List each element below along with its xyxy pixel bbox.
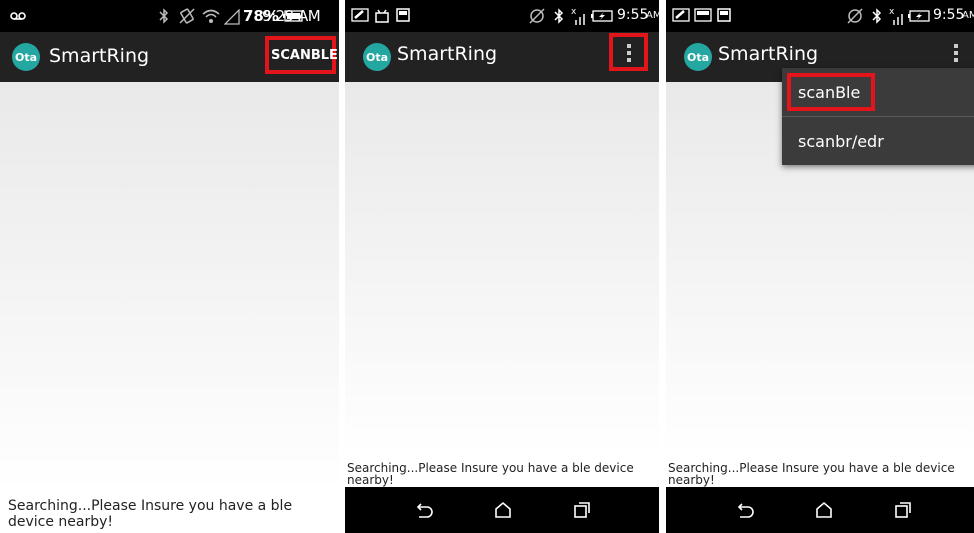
status-bar: x 9:55 AM bbox=[345, 0, 659, 32]
recent-apps-icon[interactable] bbox=[571, 499, 593, 521]
screen-1: 78% 9:29 AM 9:29 AM Ota SmartRing SCANBL… bbox=[0, 0, 339, 533]
app-logo: Ota bbox=[12, 43, 40, 71]
menu-item-scanble[interactable]: scanBle bbox=[782, 68, 974, 116]
status-time: 9:29 AM bbox=[262, 7, 321, 25]
status-time: 9:55 bbox=[617, 7, 649, 23]
home-icon[interactable] bbox=[813, 499, 835, 521]
voicemail-icon bbox=[10, 10, 26, 22]
highlight-box bbox=[787, 73, 875, 111]
sync-off-icon bbox=[528, 7, 546, 25]
screenshot-icon bbox=[395, 7, 411, 25]
device-list bbox=[0, 82, 339, 490]
battery-charging-icon bbox=[908, 10, 930, 22]
back-icon[interactable] bbox=[413, 499, 435, 521]
app-logo: Ota bbox=[363, 43, 391, 71]
edit-icon bbox=[351, 8, 369, 22]
menu-item-scanbr-edr[interactable]: scanbr/edr bbox=[782, 117, 974, 165]
search-message: Searching...Please Insure you have a ble… bbox=[668, 461, 955, 487]
edit-icon bbox=[672, 8, 690, 22]
bluetooth-icon bbox=[158, 8, 170, 24]
nav-bar bbox=[345, 487, 659, 533]
bluetooth-icon bbox=[553, 8, 565, 24]
search-message: Searching...Please Insure you have a ble… bbox=[8, 498, 293, 530]
back-icon[interactable] bbox=[734, 499, 756, 521]
screen-2: x 9:55 AM Ota SmartRing Searching...Plea… bbox=[345, 0, 659, 533]
status-time: 9:55 bbox=[933, 7, 965, 23]
recent-apps-icon[interactable] bbox=[892, 499, 914, 521]
nav-bar bbox=[666, 487, 974, 533]
no-signal-icon: x bbox=[571, 6, 587, 26]
battery-charging-icon bbox=[591, 10, 613, 22]
status-ampm: AM bbox=[646, 10, 659, 21]
menu-item-label: scanbr/edr bbox=[798, 131, 884, 151]
bluetooth-icon bbox=[871, 8, 883, 24]
home-icon[interactable] bbox=[492, 499, 514, 521]
screen-3: x 9:55 AM Ota SmartRing scanBle scanbr/e… bbox=[666, 0, 974, 533]
app-title: SmartRing bbox=[718, 43, 819, 65]
sync-off-icon bbox=[846, 7, 864, 25]
overflow-menu-icon[interactable] bbox=[952, 42, 960, 64]
overflow-menu-icon[interactable] bbox=[625, 42, 633, 64]
device-list bbox=[345, 82, 659, 456]
status-bar: x 9:55 AM bbox=[666, 0, 974, 32]
app-title: SmartRing bbox=[397, 43, 498, 65]
status-bar: 78% 9:29 AM 9:29 AM bbox=[0, 0, 339, 32]
no-signal-icon: x bbox=[889, 6, 905, 26]
status-ampm: AM bbox=[962, 10, 974, 21]
svg-text:x: x bbox=[571, 7, 577, 17]
app-logo: Ota bbox=[684, 43, 712, 71]
overflow-menu: scanBle scanbr/edr bbox=[782, 68, 974, 165]
svg-text:x: x bbox=[889, 7, 895, 17]
action-bar: Ota SmartRing bbox=[345, 32, 659, 82]
app-title: SmartRing bbox=[49, 45, 150, 67]
screenshot-icon bbox=[716, 7, 732, 25]
wifi-icon bbox=[201, 8, 221, 24]
image-icon bbox=[694, 8, 712, 22]
scanble-button[interactable]: SCANBLE bbox=[271, 48, 338, 63]
search-message: Searching...Please Insure you have a ble… bbox=[347, 461, 634, 487]
action-bar: Ota SmartRing SCANBLE bbox=[0, 32, 339, 82]
usb-debug-icon bbox=[373, 7, 391, 25]
signal-icon bbox=[224, 9, 240, 25]
vibrate-icon bbox=[178, 7, 196, 25]
